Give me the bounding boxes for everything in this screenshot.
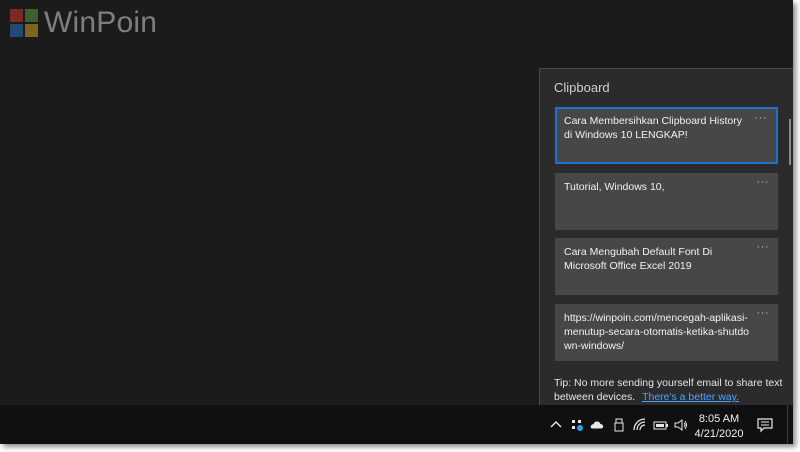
clipboard-title: Clipboard xyxy=(554,80,610,95)
taskbar-clock[interactable]: 8:05 AM 4/21/2020 xyxy=(688,412,750,442)
clock-time: 8:05 AM xyxy=(698,413,740,425)
more-options-icon[interactable]: ··· xyxy=(755,111,768,125)
clipboard-item[interactable]: Cara Mengubah Default Font Di Microsoft … xyxy=(555,238,778,295)
watermark-text: WinPoin xyxy=(44,6,158,39)
more-options-icon[interactable]: ··· xyxy=(757,240,770,254)
clipboard-item[interactable]: https://winpoin.com/mencegah-aplikasi-me… xyxy=(555,304,778,361)
winpoin-logo-icon xyxy=(10,9,38,37)
taskbar: 8:05 AM 4/21/2020 xyxy=(0,405,793,444)
show-desktop-button[interactable] xyxy=(787,405,788,444)
clipboard-item[interactable]: Tutorial, Windows 10, ··· xyxy=(555,173,778,230)
volume-icon[interactable] xyxy=(674,418,688,432)
network-share-icon[interactable] xyxy=(570,418,584,432)
clipboard-item-text: Tutorial, Windows 10, xyxy=(564,181,665,193)
clipboard-tip: Tip: No more sending yourself email to s… xyxy=(554,376,784,404)
wifi-icon[interactable] xyxy=(633,418,647,432)
battery-icon[interactable] xyxy=(653,418,669,432)
desktop-screen: WinPoin Clipboard Cara Membersihkan Clip… xyxy=(0,0,793,444)
more-options-icon[interactable]: ··· xyxy=(757,175,770,189)
clipboard-panel: Clipboard Cara Membersihkan Clipboard Hi… xyxy=(539,68,793,405)
usb-drive-icon[interactable] xyxy=(612,418,626,432)
clipboard-item-text: https://winpoin.com/mencegah-aplikasi-me… xyxy=(564,312,750,352)
better-way-link[interactable]: There's a better way. xyxy=(642,391,739,403)
onedrive-cloud-icon[interactable] xyxy=(590,418,604,432)
clipboard-scrollbar[interactable] xyxy=(789,119,791,165)
notification-icon[interactable] xyxy=(757,417,773,433)
winpoin-watermark: WinPoin xyxy=(10,6,157,40)
clock-date: 4/21/2020 xyxy=(694,428,744,440)
clipboard-item-text: Cara Mengubah Default Font Di Microsoft … xyxy=(564,246,713,272)
chevron-up-icon[interactable] xyxy=(549,418,563,432)
clipboard-item[interactable]: Cara Membersihkan Clipboard History di W… xyxy=(555,107,778,164)
more-options-icon[interactable]: ··· xyxy=(757,306,770,320)
clipboard-item-text: Cara Membersihkan Clipboard History di W… xyxy=(564,115,742,141)
